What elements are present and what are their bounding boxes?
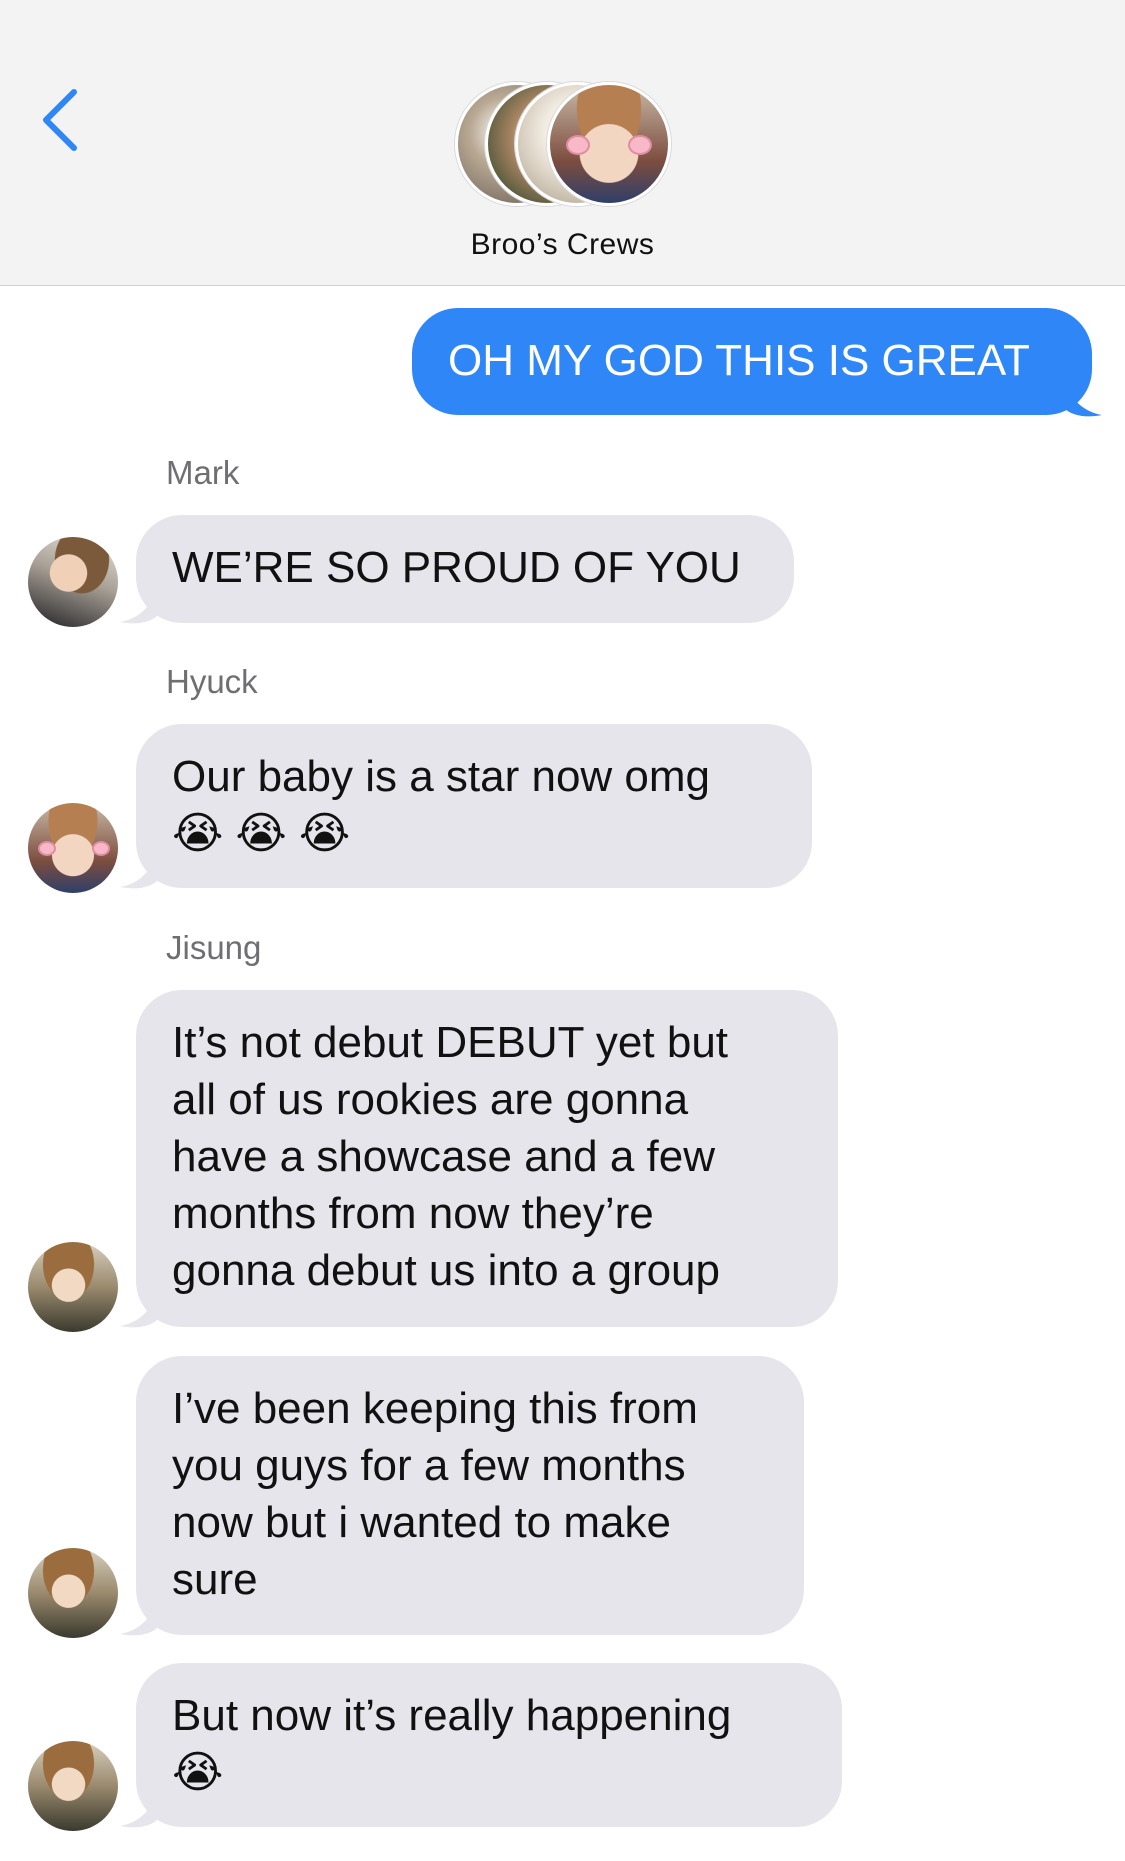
bubble-tail [120,585,158,624]
message-text-line: gonna debut us into a group [172,1246,721,1295]
back-button[interactable] [30,80,90,160]
sender-avatar-mark[interactable] [28,537,118,627]
outgoing-message-bubble[interactable]: OH MY GOD THIS IS GREAT [412,308,1092,415]
sender-avatar-jisung[interactable] [28,1242,118,1332]
message-text-line: have a showcase and a few [172,1132,716,1181]
bubble-tail [120,1597,158,1636]
pig-sticker-icon [92,841,110,856]
sender-avatar-jisung[interactable] [28,1548,118,1638]
message-text-line: It’s not debut DEBUT yet but [172,1018,729,1067]
conversation-header: Broo’s Crews [0,0,1125,286]
bubble-tail [1064,378,1102,417]
sender-avatar-jisung[interactable] [28,1741,118,1831]
crying-face-emoji: 😭 [172,1747,236,1798]
sender-name: Hyuck [166,663,258,700]
message-text: OH MY GOD THIS IS GREAT [448,336,1030,385]
pig-sticker-icon [566,135,590,155]
incoming-message-bubble[interactable]: Our baby is a star now omg 😭😭😭 [136,724,812,888]
incoming-message-bubble[interactable]: But now it’s really happening 😭 [136,1663,842,1827]
bubble-tail [120,1789,158,1828]
message-text: Our baby is a star now omg [172,752,711,801]
sender-name: Jisung [166,929,262,966]
incoming-message-bubble[interactable]: I’ve been keeping this from you guys for… [136,1356,804,1635]
crying-face-emoji-row: 😭😭😭 [172,808,363,859]
bubble-tail [120,1289,158,1328]
bubble-tail [120,850,158,889]
group-avatar-stack[interactable] [455,82,675,206]
pig-sticker-icon [628,135,652,155]
message-text: But now it’s really happening [172,1691,732,1740]
message-text-line: months from now they’re [172,1189,654,1238]
message-text-line: sure [172,1555,258,1604]
group-member-avatar [547,82,671,206]
sender-avatar-hyuck[interactable] [28,803,118,893]
message-text-line: now but i wanted to make [172,1498,671,1547]
incoming-message-bubble[interactable]: It’s not debut DEBUT yet but all of us r… [136,990,838,1327]
chevron-left-icon [43,89,77,151]
incoming-message-bubble[interactable]: WE’RE SO PROUD OF YOU [136,515,794,623]
conversation-screen: Broo’s Crews OH MY GOD THIS IS GREAT Mar… [0,0,1125,1861]
pig-sticker-icon [38,841,56,856]
sender-name: Mark [166,454,240,491]
message-text-line: I’ve been keeping this from [172,1384,698,1433]
message-text-line: all of us rookies are gonna [172,1075,689,1124]
group-name[interactable]: Broo’s Crews [0,228,1125,262]
message-text: WE’RE SO PROUD OF YOU [172,543,741,592]
message-text-line: you guys for a few months [172,1441,686,1490]
